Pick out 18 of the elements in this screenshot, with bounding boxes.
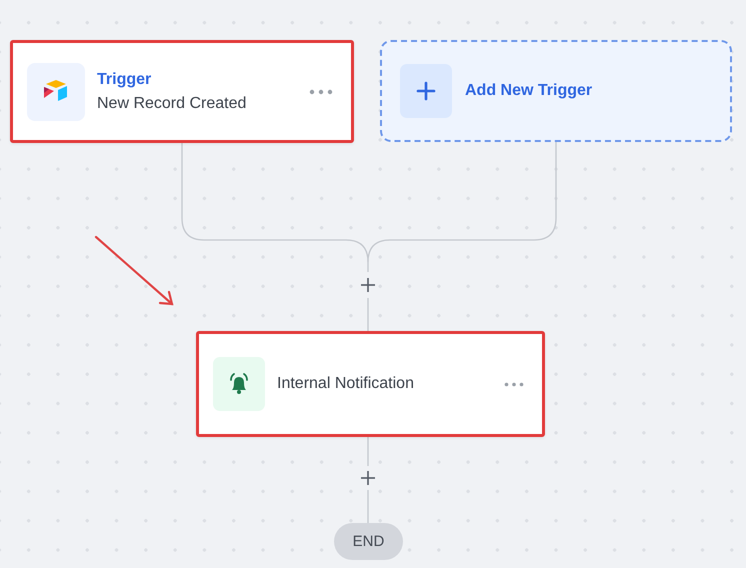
cube-logo-icon bbox=[27, 62, 85, 120]
trigger-card[interactable]: Trigger New Record Created bbox=[10, 40, 354, 143]
add-step-icon[interactable] bbox=[361, 471, 375, 485]
action-card[interactable]: Internal Notification bbox=[196, 331, 545, 437]
more-icon[interactable] bbox=[309, 88, 333, 94]
add-trigger-card[interactable]: Add New Trigger bbox=[380, 40, 732, 142]
end-node: END bbox=[334, 523, 403, 560]
action-name: Internal Notification bbox=[277, 375, 415, 393]
plus-icon bbox=[400, 64, 452, 118]
trigger-name: New Record Created bbox=[97, 94, 248, 112]
add-trigger-label: Add New Trigger bbox=[465, 82, 592, 100]
connector-line bbox=[367, 436, 369, 466]
more-icon[interactable] bbox=[504, 382, 524, 386]
add-step-icon[interactable] bbox=[361, 278, 375, 292]
connector-line bbox=[367, 298, 369, 331]
connector-line bbox=[367, 490, 369, 523]
trigger-title: Trigger bbox=[97, 70, 152, 88]
bell-icon bbox=[213, 357, 265, 411]
